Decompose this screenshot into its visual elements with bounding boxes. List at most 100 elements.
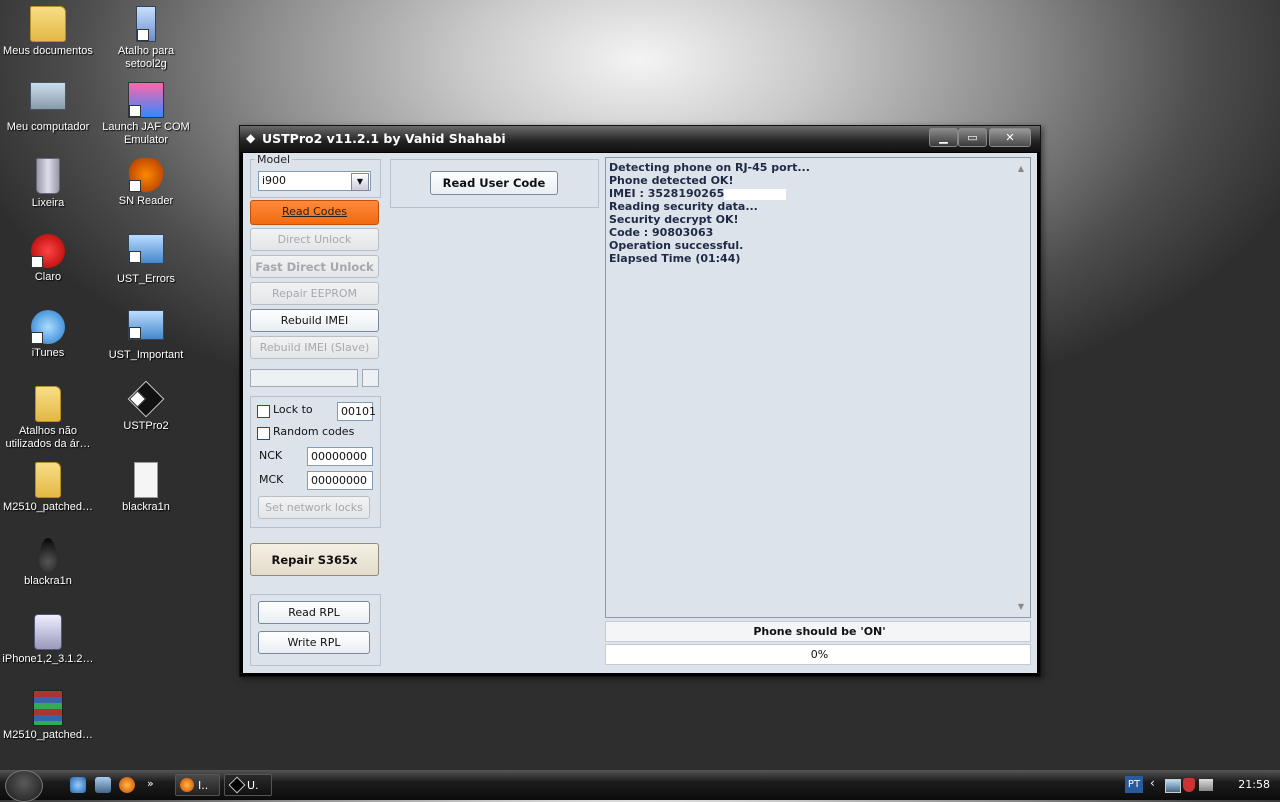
desktop-icon-meu-computador[interactable]: Meu computador <box>0 80 96 134</box>
desktop-icon-iphone-ipsw[interactable]: iPhone1,2_3.1.2… <box>0 612 96 666</box>
write-rpl-button[interactable]: Write RPL <box>258 631 370 654</box>
ustpro2-window: ◆ USTPro2 v11.2.1 by Vahid Shahabi ▁ ▭ ✕… <box>239 125 1041 677</box>
file-icon <box>134 462 158 498</box>
lock-to-field[interactable]: 00101 <box>337 402 376 421</box>
desktop-icon-itunes[interactable]: iTunes <box>0 308 96 360</box>
monitor-icon[interactable] <box>1199 779 1213 791</box>
log-line: Detecting phone on RJ-45 port... <box>609 161 810 174</box>
ustpro2-icon <box>228 776 246 794</box>
desktop-icon-label: M2510_patched… <box>3 501 93 513</box>
shield-icon[interactable] <box>1183 778 1195 792</box>
show-desktop-icon[interactable] <box>95 777 111 793</box>
network-icon[interactable] <box>1165 779 1181 793</box>
desktop-icon-setool2g[interactable]: Atalho para setool2g <box>98 4 194 71</box>
claro-icon <box>31 234 65 268</box>
rpl-group: Read RPL Write RPL <box>250 594 381 666</box>
small-field-b[interactable] <box>362 369 379 387</box>
fast-direct-unlock-button[interactable]: Fast Direct Unlock <box>250 255 379 278</box>
chevron-left-icon[interactable]: ‹ <box>1150 776 1155 790</box>
repair-eeprom-button[interactable]: Repair EEPROM <box>250 282 379 305</box>
set-network-locks-button[interactable]: Set network locks <box>258 496 370 519</box>
mck-field[interactable]: 00000000 <box>307 471 373 490</box>
desktop-icon-ustpro2[interactable]: USTPro2 <box>98 380 194 433</box>
nck-label: NCK <box>259 449 283 462</box>
folder-icon <box>30 6 66 42</box>
direct-unlock-button[interactable]: Direct Unlock <box>250 228 379 251</box>
desktop-icon-claro[interactable]: Claro <box>0 232 96 284</box>
desktop-icon-sn-reader[interactable]: SN Reader <box>98 156 194 208</box>
computer-icon <box>30 82 66 110</box>
clock[interactable]: 21:58 <box>1238 778 1270 791</box>
desktop-icon-jaf-com[interactable]: Launch JAF COM Emulator <box>98 80 194 147</box>
maximize-button[interactable]: ▭ <box>958 128 987 147</box>
desktop-icon-label: Claro <box>34 271 62 283</box>
taskbar-item-ustpro2[interactable]: U. <box>224 774 272 796</box>
lock-to-checkbox[interactable] <box>257 405 270 418</box>
log-line: Reading security data... <box>609 200 758 213</box>
app-logo-icon: ◆ <box>246 131 256 145</box>
firefox-icon <box>180 778 194 792</box>
log-line: Operation successful. <box>609 239 744 252</box>
desktop-icon-label: Meus documentos <box>3 45 93 57</box>
window-client: Model i900 ▼ Read Codes Direct Unlock Fa… <box>243 153 1037 673</box>
taskbar-item-firefox[interactable]: I.. <box>175 774 220 796</box>
close-button[interactable]: ✕ <box>989 128 1031 147</box>
small-field-a[interactable] <box>250 369 358 387</box>
random-codes-checkbox[interactable] <box>257 427 270 440</box>
desktop-icon-label: Meu computador <box>6 121 90 133</box>
repair-s365x-button[interactable]: Repair S365x <box>250 543 379 576</box>
desktop-icon-label: UST_Errors <box>116 273 176 285</box>
butterfly-icon <box>129 158 163 192</box>
app-icon <box>128 82 164 118</box>
desktop-icon-blackra1n-app[interactable]: blackra1n <box>0 536 96 588</box>
language-indicator[interactable]: PT <box>1125 776 1143 793</box>
model-value: i900 <box>262 174 287 187</box>
ie-icon[interactable] <box>70 777 86 793</box>
network-lock-group: Lock to 00101 Random codes NCK 00000000 … <box>250 396 381 528</box>
desktop-icon-ust-important[interactable]: UST_Important <box>98 308 194 362</box>
read-codes-button[interactable]: Read Codes <box>250 200 379 225</box>
scroll-up-icon[interactable]: ▲ <box>1018 164 1024 173</box>
quicklaunch-more[interactable]: » <box>147 777 154 790</box>
image-icon <box>128 310 164 340</box>
log-line: Security decrypt OK! <box>609 213 739 226</box>
log-line: IMEI : 3528190265 <box>606 187 1030 200</box>
desktop-icon-atalhos[interactable]: Atalhos não utilizados da ár… <box>0 384 96 451</box>
read-user-code-button[interactable]: Read User Code <box>430 171 558 195</box>
log-line: Code : 90803063 <box>609 226 714 239</box>
progress-text: 0% <box>810 648 829 661</box>
firefox-icon[interactable] <box>119 777 135 793</box>
chevron-down-icon[interactable]: ▼ <box>351 173 369 191</box>
read-codes-label: Read Codes <box>281 205 348 218</box>
package-icon <box>34 614 62 650</box>
nck-field[interactable]: 00000000 <box>307 447 373 466</box>
system-tray: PT ‹ 21:58 <box>1125 770 1280 800</box>
folder-icon <box>35 462 61 498</box>
desktop-icon-ust-errors[interactable]: UST_Errors <box>98 232 194 286</box>
minimize-button[interactable]: ▁ <box>929 128 958 147</box>
desktop-icon-blackra1n-file[interactable]: blackra1n <box>98 460 194 514</box>
drop-icon <box>39 538 57 572</box>
scroll-down-icon[interactable]: ▼ <box>1018 602 1024 611</box>
log-panel[interactable]: Detecting phone on RJ-45 port... Phone d… <box>605 157 1031 618</box>
rebuild-imei-slave-button[interactable]: Rebuild IMEI (Slave) <box>250 336 379 359</box>
desktop-icon-m2510-folder[interactable]: M2510_patched… <box>0 460 96 514</box>
start-button[interactable] <box>5 770 43 802</box>
read-rpl-button[interactable]: Read RPL <box>258 601 370 624</box>
title-bar[interactable]: ◆ USTPro2 v11.2.1 by Vahid Shahabi ▁ ▭ ✕ <box>240 126 1040 152</box>
imei-redaction <box>724 188 787 200</box>
desktop-icon-meus-documentos[interactable]: Meus documentos <box>0 4 96 58</box>
model-group: Model i900 ▼ <box>250 153 381 198</box>
desktop-icon-lixeira[interactable]: Lixeira <box>0 156 96 210</box>
desktop-icon-label: M2510_patched… <box>3 729 93 741</box>
lock-to-label: Lock to <box>273 403 313 416</box>
taskbar-item-label: U. <box>247 779 259 792</box>
desktop-icon-m2510-rar[interactable]: M2510_patched… <box>0 688 96 742</box>
rebuild-imei-button[interactable]: Rebuild IMEI <box>250 309 379 332</box>
window-title: USTPro2 v11.2.1 by Vahid Shahabi <box>262 131 506 146</box>
rar-icon <box>33 690 63 726</box>
taskbar: » I.. U. PT ‹ 21:58 <box>0 770 1280 802</box>
desktop-icon-label: UST_Important <box>108 349 184 361</box>
model-select[interactable]: i900 ▼ <box>258 171 371 191</box>
itunes-icon <box>31 310 65 344</box>
